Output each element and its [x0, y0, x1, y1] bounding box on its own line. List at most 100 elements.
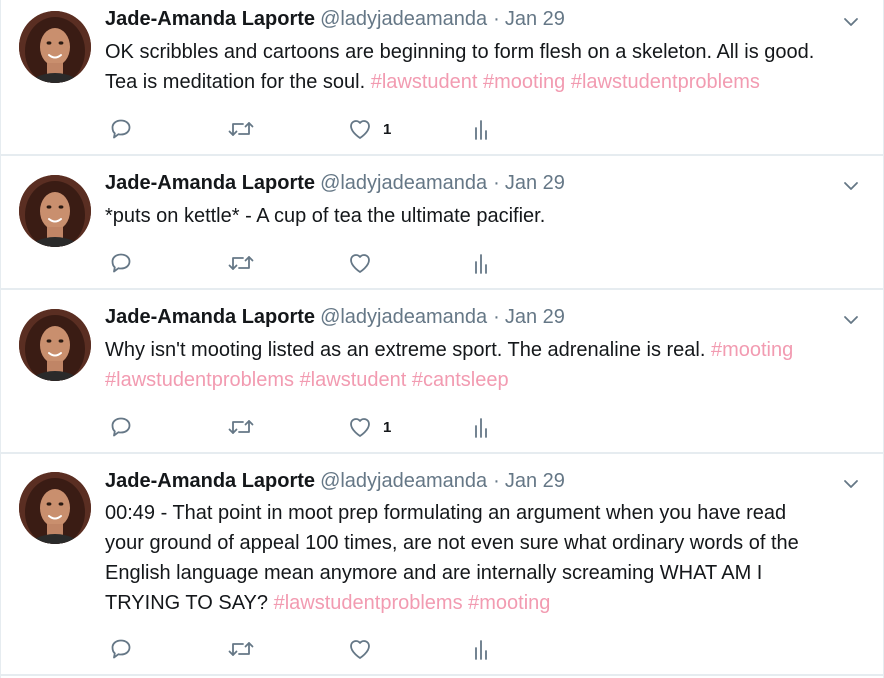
heart-button[interactable]: 1 [347, 114, 391, 144]
tweet-text: 00:49 - That point in moot prep formulat… [105, 498, 865, 618]
like-count: 1 [383, 418, 392, 436]
reply-icon [109, 637, 133, 661]
hashtag-link[interactable]: #lawstudentproblems [274, 592, 463, 614]
timeline: Jade-Amanda Laporte @ladyjadeamanda · Ja… [0, 0, 884, 678]
reply-button[interactable] [109, 634, 133, 664]
tweet[interactable]: Jade-Amanda Laporte @ladyjadeamanda · Ja… [1, 156, 883, 290]
tweet-header: Jade-Amanda Laporte @ladyjadeamanda · Ja… [105, 470, 565, 498]
tweet[interactable]: Jade-Amanda Laporte @ladyjadeamanda · Ja… [1, 290, 883, 454]
analytics-icon [473, 251, 489, 275]
avatar[interactable] [19, 11, 91, 83]
separator: · [493, 172, 500, 194]
author-name[interactable]: Jade-Amanda Laporte [105, 470, 315, 493]
tweet-text-line: English language mean anymore and are in… [105, 558, 865, 588]
tweet-actions [105, 248, 525, 278]
author-name[interactable]: Jade-Amanda Laporte [105, 306, 315, 329]
analytics-icon [473, 415, 489, 439]
tweet-text-line: #lawstudentproblems #lawstudent #cantsle… [105, 365, 865, 395]
heart-button[interactable]: 1 [347, 412, 391, 442]
tweet-text-segment: 00:49 - That point in moot prep formulat… [105, 502, 787, 524]
heart-button[interactable] [347, 634, 383, 664]
retweet-button[interactable] [227, 634, 255, 664]
hashtag-link[interactable]: #mooting [483, 71, 565, 93]
tweet-text-line: Tea is meditation for the soul. #lawstud… [105, 67, 865, 97]
retweet-button[interactable] [227, 412, 255, 442]
reply-button[interactable] [109, 248, 133, 278]
avatar[interactable] [19, 175, 91, 247]
tweet-text: OK scribbles and cartoons are beginning … [105, 37, 865, 97]
retweet-icon [227, 637, 255, 661]
tweet-header: Jade-Amanda Laporte @ladyjadeamanda · Ja… [105, 172, 565, 200]
reply-button[interactable] [109, 412, 133, 442]
reply-icon [109, 117, 133, 141]
avatar[interactable] [19, 309, 91, 381]
analytics-button[interactable] [473, 412, 489, 442]
tweet-date[interactable]: Jan 29 [505, 306, 565, 329]
analytics-button[interactable] [473, 114, 489, 144]
retweet-icon [227, 415, 255, 439]
analytics-button[interactable] [473, 634, 489, 664]
retweet-button[interactable] [227, 114, 255, 144]
tweet-text-line: OK scribbles and cartoons are beginning … [105, 37, 865, 67]
tweet-date[interactable]: Jan 29 [505, 470, 565, 493]
author-handle[interactable]: @ladyjadeamanda [320, 172, 487, 195]
tweet-actions: 1 [105, 114, 525, 144]
reply-button[interactable] [109, 114, 133, 144]
heart-icon [347, 637, 373, 661]
tweet-text-segment: Tea is meditation for the soul. [105, 71, 371, 93]
analytics-button[interactable] [473, 248, 489, 278]
separator: · [493, 470, 500, 492]
hashtag-link[interactable]: #lawstudentproblems [105, 369, 294, 391]
tweet-text-line: your ground of appeal 100 times, are not… [105, 528, 865, 558]
tweet-text-segment: your ground of appeal 100 times, are not… [105, 532, 799, 554]
hashtag-link[interactable]: #mooting [711, 339, 793, 361]
chevron-down-icon[interactable] [841, 12, 861, 32]
like-count: 1 [383, 120, 392, 138]
separator: · [493, 306, 500, 328]
tweet-date[interactable]: Jan 29 [505, 172, 565, 195]
tweet-date[interactable]: Jan 29 [505, 8, 565, 31]
heart-icon [347, 251, 373, 275]
hashtag-link[interactable]: #lawstudent [300, 369, 407, 391]
hashtag-link[interactable]: #mooting [468, 592, 550, 614]
chevron-down-icon[interactable] [841, 310, 861, 330]
heart-icon [347, 415, 373, 439]
tweet-text-segment: OK scribbles and cartoons are beginning … [105, 41, 815, 63]
author-handle[interactable]: @ladyjadeamanda [320, 8, 487, 31]
tweet-text-line: 00:49 - That point in moot prep formulat… [105, 498, 865, 528]
reply-icon [109, 251, 133, 275]
author-name[interactable]: Jade-Amanda Laporte [105, 172, 315, 195]
heart-icon [347, 117, 373, 141]
author-name[interactable]: Jade-Amanda Laporte [105, 8, 315, 31]
tweet[interactable]: Jade-Amanda Laporte @ladyjadeamanda · Ja… [1, 454, 883, 676]
hashtag-link[interactable]: #lawstudentproblems [571, 71, 760, 93]
avatar[interactable] [19, 472, 91, 544]
tweet-text-line: Why isn't mooting listed as an extreme s… [105, 335, 865, 365]
author-handle[interactable]: @ladyjadeamanda [320, 306, 487, 329]
tweet-text: Why isn't mooting listed as an extreme s… [105, 335, 865, 395]
analytics-icon [473, 637, 489, 661]
hashtag-link[interactable]: #cantsleep [412, 369, 509, 391]
analytics-icon [473, 117, 489, 141]
retweet-icon [227, 251, 255, 275]
retweet-icon [227, 117, 255, 141]
tweet-actions [105, 634, 525, 664]
chevron-down-icon[interactable] [841, 474, 861, 494]
tweet-text-line: *puts on kettle* - A cup of tea the ulti… [105, 201, 865, 231]
tweet-actions: 1 [105, 412, 525, 442]
retweet-button[interactable] [227, 248, 255, 278]
tweet-header: Jade-Amanda Laporte @ladyjadeamanda · Ja… [105, 8, 565, 36]
tweet-text-segment: English language mean anymore and are in… [105, 562, 763, 584]
tweet-text-segment: Why isn't mooting listed as an extreme s… [105, 339, 711, 361]
separator: · [493, 8, 500, 30]
heart-button[interactable] [347, 248, 383, 278]
tweet-text-segment: TRYING TO SAY? [105, 592, 274, 614]
reply-icon [109, 415, 133, 439]
tweet-text: *puts on kettle* - A cup of tea the ulti… [105, 201, 865, 231]
chevron-down-icon[interactable] [841, 176, 861, 196]
hashtag-link[interactable]: #lawstudent [371, 71, 478, 93]
author-handle[interactable]: @ladyjadeamanda [320, 470, 487, 493]
tweet-header: Jade-Amanda Laporte @ladyjadeamanda · Ja… [105, 306, 565, 334]
tweet-text-segment: *puts on kettle* - A cup of tea the ulti… [105, 205, 546, 227]
tweet[interactable]: Jade-Amanda Laporte @ladyjadeamanda · Ja… [1, 0, 883, 156]
